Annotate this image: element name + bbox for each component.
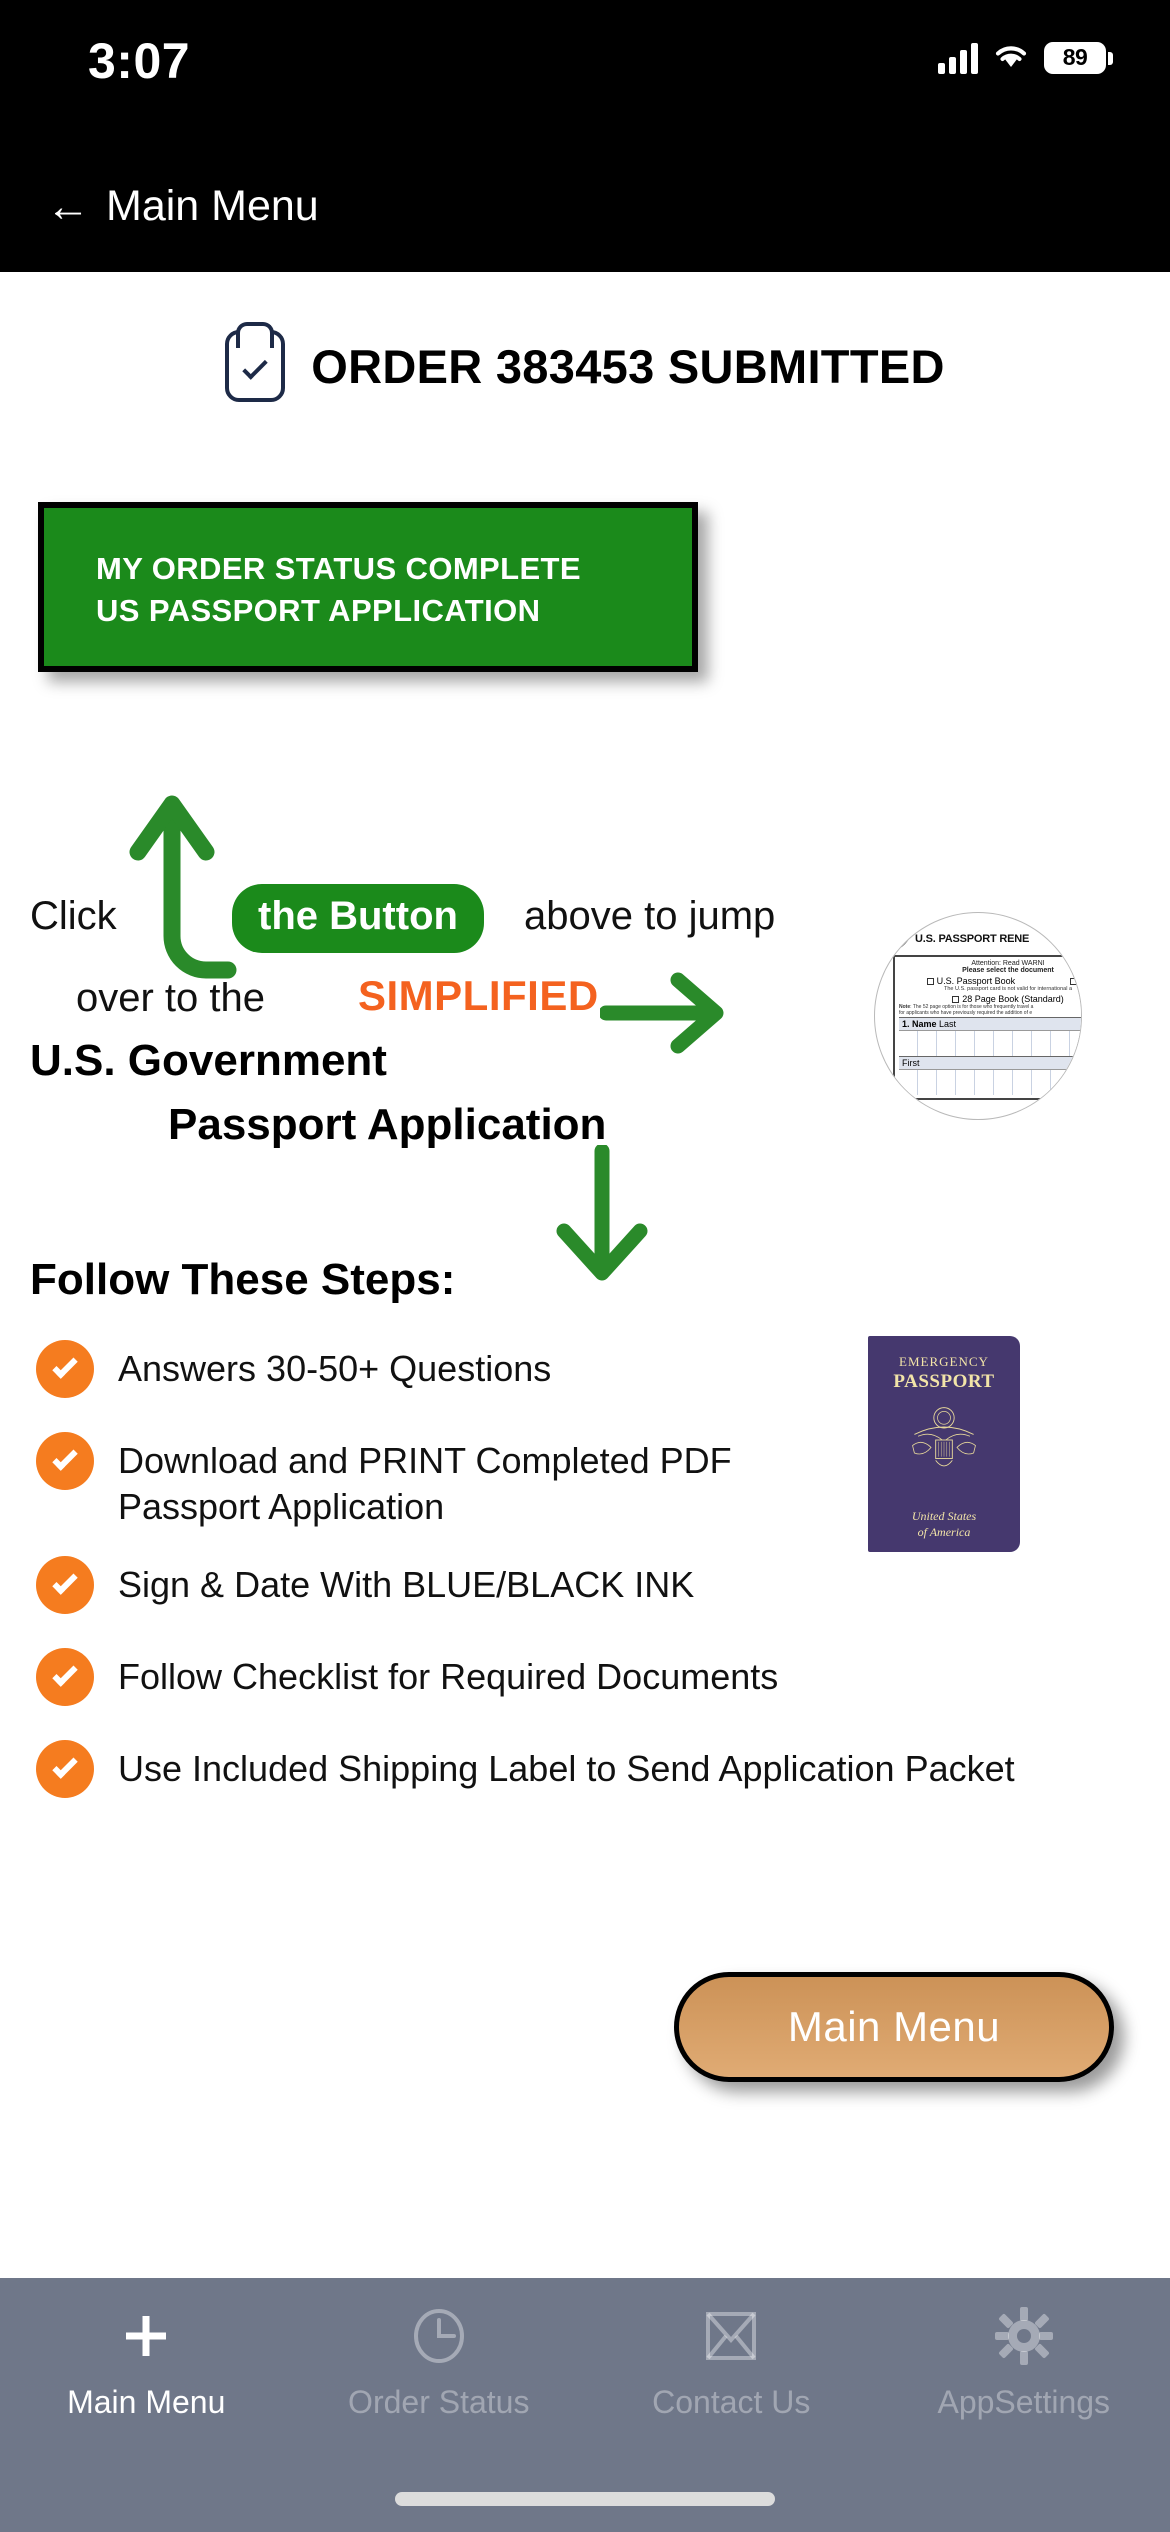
cellular-bars-icon (938, 42, 978, 74)
form-title: U.S. PASSPORT RENE (915, 933, 1030, 945)
form-note-label: Note (899, 1004, 911, 1010)
form-option-book: U.S. Passport Book (926, 976, 1015, 986)
check-circle-icon (36, 1556, 94, 1615)
tab-label: Main Menu (67, 2384, 226, 2420)
passport-form-thumbnail: U.S. PASSPORT RENE Attention: Read WARNI… (874, 912, 1082, 1120)
battery-percent: 89 (1062, 44, 1088, 70)
tab-order-status[interactable]: Order Status (293, 2304, 586, 2421)
cta-label: MY ORDER STATUS COMPLETE US PASSPORT APP… (96, 548, 581, 632)
main-menu-button[interactable]: Main Menu (674, 1972, 1114, 2082)
form-first-label: First (899, 1055, 1081, 1069)
nav-bar: ← Main Menu (0, 160, 1170, 272)
tab-contact-us[interactable]: Contact Us (585, 2304, 878, 2421)
envelope-icon (702, 2304, 760, 2368)
arrow-down-icon (552, 1143, 652, 1290)
form-name-label: 1. Name Last (899, 1016, 1081, 1030)
form-option-pages: 28 Page Book (Standard) (952, 994, 1064, 1004)
status-bar-indicators: 89 (938, 40, 1113, 75)
step-label: Use Included Shipping Label to Send Appl… (118, 1748, 1015, 1790)
app-screen: 3:07 89 ← Main Menu ORDER 383453 SUBMITT… (0, 0, 1170, 2532)
step-label: Answers 30-50+ Questions (118, 1348, 552, 1389)
nav-title: Main Menu (106, 182, 319, 230)
cta-line-1: MY ORDER STATUS COMPLETE (96, 551, 581, 586)
plus-icon (118, 2304, 174, 2368)
order-status-cta-button[interactable]: MY ORDER STATUS COMPLETE US PASSPORT APP… (38, 502, 698, 672)
wifi-icon (992, 40, 1030, 75)
main-menu-button-label: Main Menu (787, 2003, 1001, 2050)
tab-main-menu[interactable]: Main Menu (0, 2304, 293, 2421)
us-government-text: U.S. Government (30, 1036, 387, 1085)
arrow-left-icon: ← (46, 181, 90, 231)
instruction-click-text: Click (30, 894, 117, 938)
check-circle-icon (36, 1648, 94, 1707)
check-circle-icon (36, 1740, 94, 1799)
instruction-over-text: over to the (76, 976, 266, 1020)
order-header: ORDER 383453 SUBMITTED (0, 322, 1170, 402)
form-select-line: Please select the document (962, 967, 1054, 974)
steps-heading: Follow These Steps: (30, 1255, 456, 1304)
check-circle-icon (36, 1432, 94, 1490)
the-button-pill: the Button (232, 884, 484, 953)
passport-line-3: United States (911, 1509, 977, 1523)
form-note-text-2: for applicants who have previously requi… (899, 1010, 1033, 1017)
passport-line-1: EMERGENCY (899, 1354, 989, 1369)
form-note-text: : The 52 page option is for those who fr… (910, 1004, 1034, 1010)
passport-line-4: of America (917, 1525, 971, 1540)
status-bar-time: 3:07 (88, 33, 191, 89)
home-indicator[interactable] (395, 2492, 775, 2506)
form-card-note: The U.S. passport card is not valid for … (943, 986, 1073, 992)
cta-line-2: US PASSPORT APPLICATION (96, 592, 541, 628)
battery-icon: 89 (1044, 41, 1113, 74)
tab-label: Contact Us (652, 2384, 811, 2420)
back-button[interactable]: ← Main Menu (46, 182, 319, 231)
list-item: Use Included Shipping Label to Send Appl… (36, 1740, 1036, 1799)
passport-application-text: Passport Application (168, 1100, 607, 1149)
arrow-right-icon (598, 968, 730, 1063)
clock-icon (410, 2304, 468, 2368)
passport-line-2: PASSPORT (893, 1371, 995, 1392)
list-item: Sign & Date With BLUE/BLACK INK (36, 1556, 1036, 1615)
tab-label: Order Status (348, 2384, 530, 2420)
us-eagle-seal-icon (890, 929, 910, 949)
us-eagle-seal-icon (912, 1407, 976, 1467)
tab-label: AppSettings (937, 2384, 1111, 2420)
instruction-simplified-text: SIMPLIFIED (358, 972, 599, 1019)
curved-arrow-up-icon (128, 780, 308, 985)
emergency-passport-image: EMERGENCY PASSPORT United States of Amer… (868, 1336, 1020, 1552)
instruction-above-text: above to jump (524, 894, 776, 938)
form-attention: Attention: Read WARNI (971, 960, 1045, 967)
step-label: Download and PRINT Completed PDF Passpor… (118, 1440, 732, 1528)
gear-icon (994, 2304, 1053, 2368)
clipboard-check-icon (225, 322, 286, 402)
step-label: Follow Checklist for Required Documents (118, 1656, 779, 1698)
list-item: Follow Checklist for Required Documents (36, 1648, 1036, 1707)
form-option-card: U. (1070, 976, 1081, 986)
arrow-right-in-square-icon[interactable] (898, 540, 978, 620)
step-label: Sign & Date With BLUE/BLACK INK (118, 1564, 695, 1606)
tab-app-settings[interactable]: AppSettings (878, 2304, 1170, 2421)
check-circle-icon (36, 1340, 94, 1398)
bottom-tab-bar: Main Menu Order Status Contact Us AppSet… (0, 2278, 1170, 2532)
page-title: ORDER 383453 SUBMITTED (311, 339, 945, 393)
